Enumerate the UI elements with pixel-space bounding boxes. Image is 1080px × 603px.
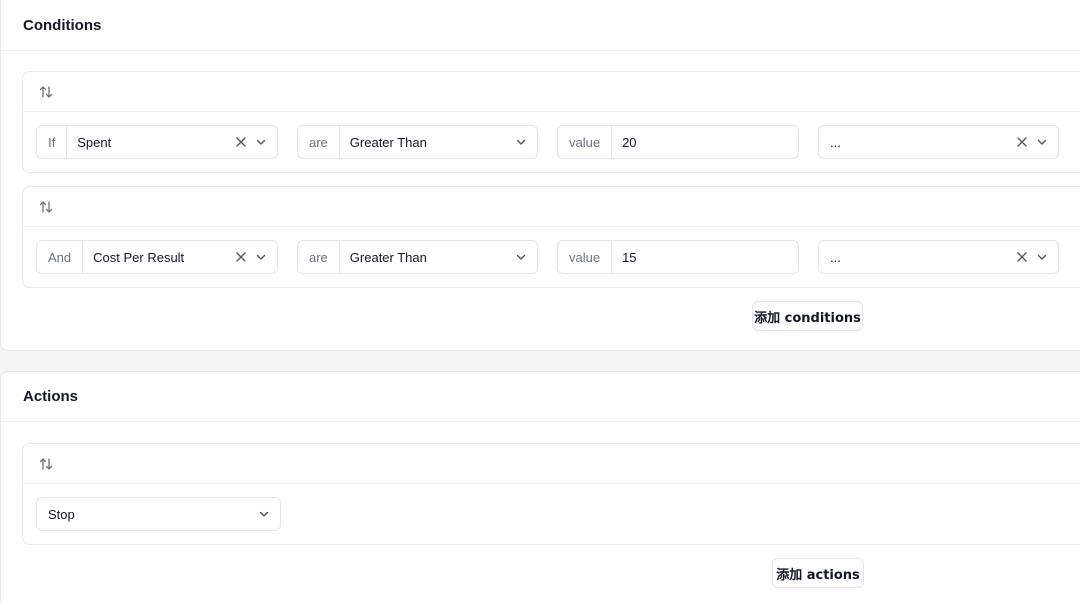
condition-extra-select[interactable]: ... xyxy=(818,125,1059,159)
chevron-down-icon[interactable] xyxy=(253,134,269,150)
sort-arrows-icon[interactable] xyxy=(38,84,54,100)
chevron-down-icon[interactable] xyxy=(513,134,529,150)
sort-arrows-icon[interactable] xyxy=(38,199,54,215)
close-icon[interactable] xyxy=(1014,134,1030,150)
rule-toolbar xyxy=(23,187,1080,227)
extra-value: ... xyxy=(830,134,841,150)
rule-toolbar xyxy=(23,444,1080,484)
condition-field-select[interactable]: If Spent xyxy=(36,125,278,159)
condition-operator-select[interactable]: are Greater Than xyxy=(297,125,538,159)
condition-value-input[interactable]: value 15 xyxy=(557,240,799,274)
chevron-down-icon[interactable] xyxy=(256,506,272,522)
rule-fields: Stop xyxy=(23,484,1080,544)
value-text[interactable]: 20 xyxy=(612,126,798,158)
operator-value: Greater Than xyxy=(349,134,427,150)
chevron-down-icon[interactable] xyxy=(1034,134,1050,150)
condition-operator-select[interactable]: are Greater Than xyxy=(297,240,538,274)
rule-fields: And Cost Per Result are Greater Than val… xyxy=(23,227,1080,287)
action-value: Stop xyxy=(48,506,75,522)
close-icon[interactable] xyxy=(233,249,249,265)
condition-field-value: Cost Per Result xyxy=(93,249,185,265)
add-actions-button[interactable]: 添加 actions xyxy=(772,558,864,588)
conditions-header: Conditions xyxy=(1,0,1080,51)
rule-fields: If Spent are Greater Than value 20 ... xyxy=(23,112,1080,172)
actions-section: Actions Stop 添加 actions xyxy=(0,371,1080,603)
add-conditions-button[interactable]: 添加 conditions xyxy=(752,301,863,331)
sort-arrows-icon[interactable] xyxy=(38,456,54,472)
operator-value: Greater Than xyxy=(349,249,427,265)
value-text[interactable]: 15 xyxy=(612,241,798,273)
close-icon[interactable] xyxy=(233,134,249,150)
chevron-down-icon[interactable] xyxy=(253,249,269,265)
extra-value: ... xyxy=(830,249,841,265)
condition-extra-select[interactable]: ... xyxy=(818,240,1059,274)
condition-field-select[interactable]: And Cost Per Result xyxy=(36,240,278,274)
condition-prefix: If xyxy=(37,126,68,158)
automation-rule-page: Conditions If Spent are Greater Than val… xyxy=(0,0,1080,603)
value-prefix: value xyxy=(558,241,613,273)
actions-header: Actions xyxy=(1,372,1080,422)
action-rule: Stop xyxy=(22,443,1080,545)
condition-rule: And Cost Per Result are Greater Than val… xyxy=(22,186,1080,288)
rule-toolbar xyxy=(23,72,1080,112)
condition-rule: If Spent are Greater Than value 20 ... xyxy=(22,71,1080,173)
chevron-down-icon[interactable] xyxy=(1034,249,1050,265)
conditions-section: Conditions If Spent are Greater Than val… xyxy=(0,0,1080,351)
condition-value-input[interactable]: value 20 xyxy=(557,125,799,159)
actions-title: Actions xyxy=(23,388,79,405)
chevron-down-icon[interactable] xyxy=(513,249,529,265)
condition-prefix: And xyxy=(37,241,84,273)
close-icon[interactable] xyxy=(1014,249,1030,265)
operator-prefix: are xyxy=(298,126,340,158)
action-select[interactable]: Stop xyxy=(36,497,281,531)
value-prefix: value xyxy=(558,126,613,158)
operator-prefix: are xyxy=(298,241,340,273)
condition-field-value: Spent xyxy=(77,134,112,150)
conditions-title: Conditions xyxy=(23,17,102,34)
